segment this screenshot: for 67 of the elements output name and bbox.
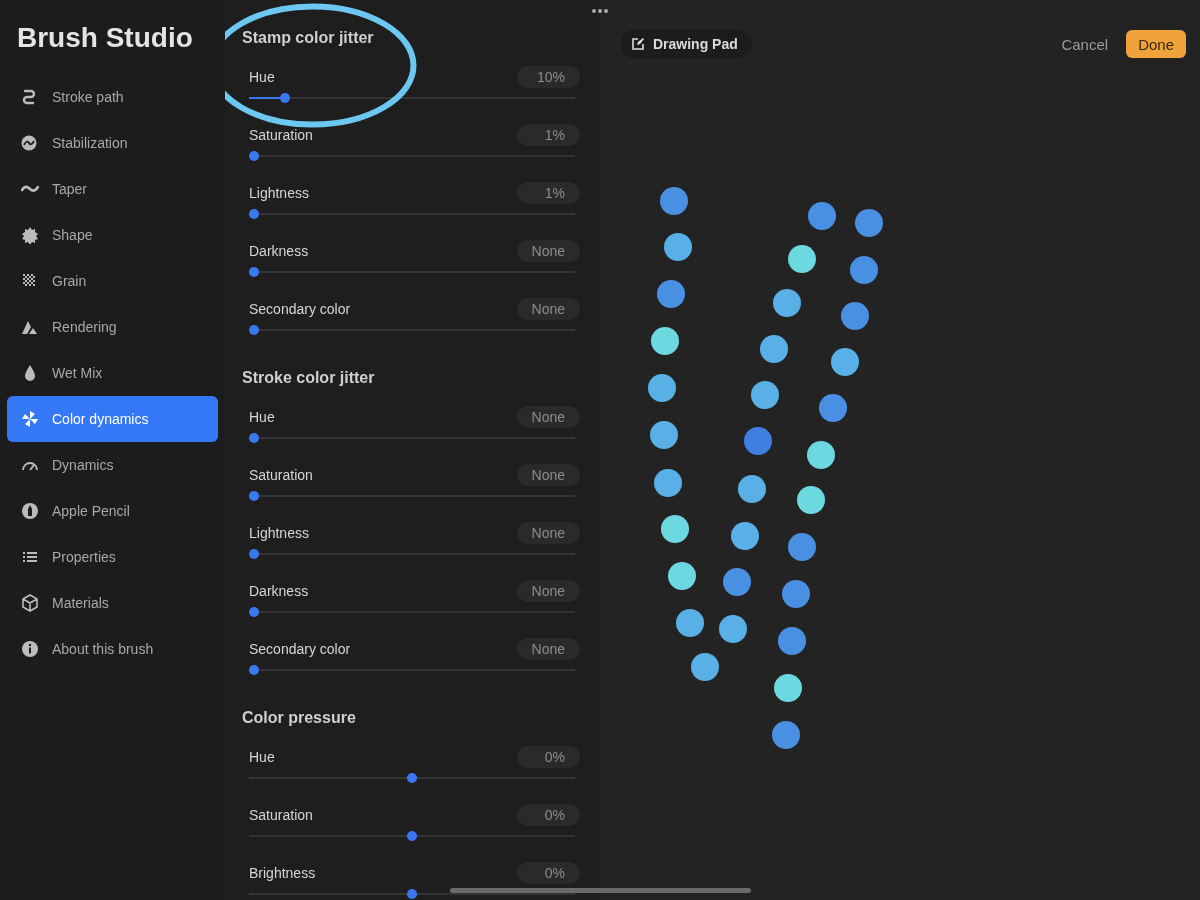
sidebar-item[interactable]: Apple Pencil <box>7 488 218 534</box>
value-pill[interactable]: None <box>516 406 580 428</box>
value-pill[interactable]: None <box>516 240 580 262</box>
cancel-button[interactable]: Cancel <box>1055 31 1115 57</box>
sidebar-item[interactable]: Dynamics <box>7 442 218 488</box>
stabilization-icon <box>21 134 39 152</box>
slider-label: Saturation <box>249 127 313 143</box>
edit-icon <box>631 37 645 51</box>
slider-thumb[interactable] <box>407 831 417 841</box>
slider-label: Saturation <box>249 807 313 823</box>
slider-thumb[interactable] <box>249 665 259 675</box>
value-pill[interactable]: 10% <box>517 66 580 88</box>
slider-label: Lightness <box>249 525 309 541</box>
sidebar-item[interactable]: Grain <box>7 258 218 304</box>
slider-label: Brightness <box>249 865 316 881</box>
slider-label: Hue <box>249 409 275 425</box>
sidebar-item[interactable]: Rendering <box>7 304 218 350</box>
sidebar-item[interactable]: Taper <box>7 166 218 212</box>
drawing-pad-button[interactable]: Drawing Pad <box>621 29 752 59</box>
value-pill[interactable]: 0% <box>517 746 580 768</box>
value-pill[interactable]: None <box>516 522 580 544</box>
value-pill[interactable]: 1% <box>517 182 580 204</box>
slider-thumb[interactable] <box>407 773 417 783</box>
cube-icon <box>21 594 39 612</box>
slider-thumb[interactable] <box>407 889 417 899</box>
value-pill[interactable]: 0% <box>517 862 580 884</box>
slider-label: Secondary color <box>249 641 351 657</box>
value-pill[interactable]: None <box>516 580 580 602</box>
slider-label: Hue <box>249 69 275 85</box>
value-pill[interactable]: None <box>516 298 580 320</box>
slider-thumb[interactable] <box>279 93 290 103</box>
star-burst-icon <box>21 226 39 244</box>
slider-thumb[interactable] <box>249 325 259 335</box>
info-icon <box>21 640 39 658</box>
slider-label: Darkness <box>249 243 309 259</box>
sidebar-item[interactable]: Wet Mix <box>7 350 218 396</box>
slider-thumb[interactable] <box>249 549 259 559</box>
more-icon[interactable] <box>591 8 609 14</box>
slider-label: Saturation <box>249 467 313 483</box>
value-pill[interactable]: None <box>516 464 580 486</box>
sidebar-item[interactable]: Materials <box>7 580 218 626</box>
sidebar-item[interactable]: Color dynamics <box>7 396 218 442</box>
slider-label: Hue <box>249 749 275 765</box>
slider-thumb[interactable] <box>249 267 259 277</box>
value-pill[interactable]: 1% <box>517 124 580 146</box>
sidebar-item[interactable]: Properties <box>7 534 218 580</box>
slider-label: Secondary color <box>249 301 351 317</box>
slider-thumb[interactable] <box>249 607 259 617</box>
slider-thumb[interactable] <box>249 491 259 501</box>
slider-label: Lightness <box>249 185 309 201</box>
value-pill[interactable]: None <box>516 638 580 660</box>
sidebar-item[interactable]: Shape <box>7 212 218 258</box>
slider-thumb[interactable] <box>249 209 259 219</box>
section-heading: Stroke color jitter <box>242 369 375 388</box>
sidebar-item[interactable]: Stroke path <box>7 74 218 120</box>
section-heading: Stamp color jitter <box>242 29 374 48</box>
value-pill[interactable]: 0% <box>517 804 580 826</box>
sidebar-item[interactable]: Stabilization <box>7 120 218 166</box>
slider-thumb[interactable] <box>249 151 259 161</box>
slider-label: Darkness <box>249 583 309 599</box>
pinwheel-icon <box>21 410 39 428</box>
sidebar-item[interactable]: About this brush <box>7 626 218 672</box>
pencil-icon <box>21 502 39 520</box>
app-title: Brush Studio <box>17 22 193 54</box>
done-button[interactable]: Done <box>1126 30 1186 58</box>
slider-thumb[interactable] <box>249 433 259 443</box>
section-heading: Color pressure <box>242 709 356 728</box>
